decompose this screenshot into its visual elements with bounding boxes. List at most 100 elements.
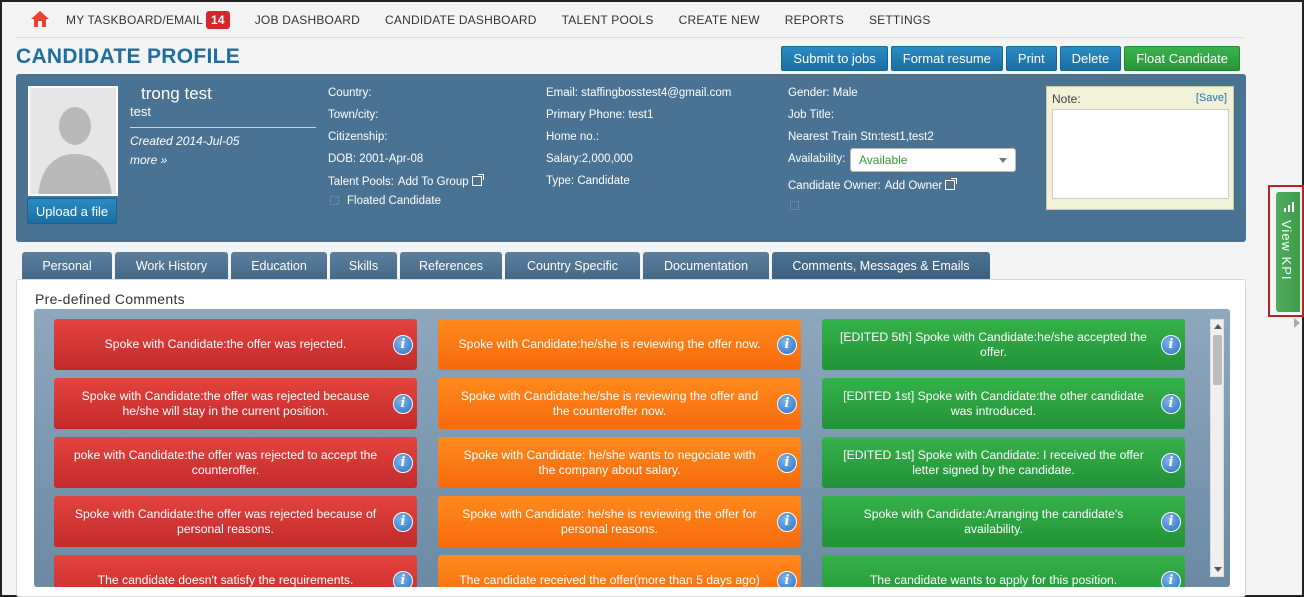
divider <box>130 127 316 128</box>
info-icon[interactable]: i <box>1161 334 1181 355</box>
home-icon[interactable] <box>30 10 52 30</box>
info-icon[interactable]: i <box>393 393 413 414</box>
town-field: Town/city: <box>328 109 379 121</box>
info-icon[interactable]: i <box>1161 511 1181 532</box>
info-icon[interactable]: i <box>1161 570 1181 587</box>
talent-pools-field: Talent Pools: Add To Group <box>328 174 484 188</box>
comment-text: Spoke with Candidate: he/she wants to ne… <box>463 447 756 477</box>
view-kpi-tab[interactable]: View KPI <box>1276 192 1300 312</box>
avatar <box>28 86 118 196</box>
comments-scrollbar[interactable] <box>1210 319 1224 577</box>
comment-card[interactable]: Spoke with Candidate: he/she wants to ne… <box>438 437 801 488</box>
comment-card[interactable]: Spoke with Candidate:the offer was rejec… <box>54 378 417 429</box>
delete-button[interactable]: Delete <box>1059 46 1122 71</box>
bar-chart-icon <box>1284 202 1294 212</box>
top-nav: MY TASKBOARD/EMAIL 14 JOB DASHBOARD CANDI… <box>16 2 1244 38</box>
home-phone-field: Home no.: <box>546 131 600 143</box>
comment-card[interactable]: Spoke with Candidate:he/she is reviewing… <box>438 319 801 370</box>
comment-card[interactable]: poke with Candidate:the offer was reject… <box>54 437 417 488</box>
email-field: Email: staffingbosstest4@gmail.com <box>546 87 732 99</box>
more-link[interactable]: more » <box>130 153 167 167</box>
nav-job-dashboard[interactable]: JOB DASHBOARD <box>255 13 360 27</box>
candidate-name: trong test <box>141 84 212 103</box>
nav-create-new[interactable]: CREATE NEW <box>679 13 760 27</box>
accepted-column: [EDITED 5th] Spoke with Candidate:he/she… <box>822 319 1185 587</box>
info-icon[interactable]: i <box>1161 452 1181 473</box>
info-icon[interactable]: i <box>777 511 797 532</box>
tab-content: Pre-defined Comments Spoke with Candidat… <box>16 279 1246 597</box>
tab-personal[interactable]: Personal <box>22 252 112 279</box>
scroll-up-icon[interactable] <box>1214 324 1222 329</box>
comment-card[interactable]: The candidate wants to apply for this po… <box>822 555 1185 587</box>
format-resume-button[interactable]: Format resume <box>890 46 1003 71</box>
train-station-field: Nearest Train Stn:test1,test2 <box>788 131 934 143</box>
candidate-owner-field: Candidate Owner: Add Owner <box>788 178 958 192</box>
submit-to-jobs-button[interactable]: Submit to jobs <box>781 46 888 71</box>
nav-candidate-dashboard[interactable]: CANDIDATE DASHBOARD <box>385 13 537 27</box>
floated-candidate-checkbox[interactable] <box>330 196 339 206</box>
info-icon[interactable]: i <box>777 334 797 355</box>
comment-text: [EDITED 1st] Spoke with Candidate: I rec… <box>843 447 1144 477</box>
comment-card[interactable]: [EDITED 1st] Spoke with Candidate: I rec… <box>822 437 1185 488</box>
tab-references[interactable]: References <box>400 252 502 279</box>
comment-text: The candidate doesn't satisfy the requir… <box>97 573 354 587</box>
add-to-group-link[interactable]: Add To Group <box>398 176 469 188</box>
comment-card[interactable]: The candidate doesn't satisfy the requir… <box>54 555 417 587</box>
comment-card[interactable]: [EDITED 5th] Spoke with Candidate:he/she… <box>822 319 1185 370</box>
comment-text: Spoke with Candidate:the offer was rejec… <box>81 388 370 418</box>
nav-settings[interactable]: SETTINGS <box>869 13 931 27</box>
comment-card[interactable]: [EDITED 1st] Spoke with Candidate:the ot… <box>822 378 1185 429</box>
availability-select[interactable]: Available <box>850 148 1016 172</box>
reviewing-column: Spoke with Candidate:he/she is reviewing… <box>438 319 801 587</box>
info-icon[interactable]: i <box>393 570 413 587</box>
tab-comments-messages-emails[interactable]: Comments, Messages & Emails <box>772 252 990 286</box>
nav-talent-pools[interactable]: TALENT POOLS <box>562 13 654 27</box>
comment-card[interactable]: The candidate received the offer(more th… <box>438 555 801 587</box>
salary-field: Salary:2,000,000 <box>546 153 633 165</box>
info-icon[interactable]: i <box>393 334 413 355</box>
comment-card[interactable]: Spoke with Candidate: he/she is reviewin… <box>438 496 801 547</box>
comment-text: Spoke with Candidate:he/she is reviewing… <box>458 337 761 351</box>
comment-text: Spoke with Candidate: he/she is reviewin… <box>462 506 757 536</box>
tab-country-specific[interactable]: Country Specific <box>505 252 640 279</box>
scroll-down-icon[interactable] <box>1214 567 1222 572</box>
view-kpi-label: View KPI <box>1279 220 1294 281</box>
info-icon[interactable]: i <box>393 452 413 473</box>
info-icon[interactable]: i <box>777 393 797 414</box>
gender-field: Gender: Male <box>788 87 858 99</box>
tab-education[interactable]: Education <box>231 252 327 279</box>
note-label: Note: <box>1052 92 1081 106</box>
note-textarea[interactable] <box>1052 109 1229 199</box>
nav-reports[interactable]: REPORTS <box>785 13 844 27</box>
upload-file-button[interactable]: Upload a file <box>27 198 117 224</box>
profile-tabs: Personal Work History Education Skills R… <box>22 252 990 286</box>
comment-card[interactable]: Spoke with Candidate:Arranging the candi… <box>822 496 1185 547</box>
add-owner-link[interactable]: Add Owner <box>885 180 943 192</box>
tab-documentation[interactable]: Documentation <box>643 252 769 279</box>
note-save-link[interactable]: [Save] <box>1196 92 1227 104</box>
floated-candidate-label: Floated Candidate <box>347 195 441 207</box>
type-field: Type: Candidate <box>546 175 630 187</box>
float-candidate-button[interactable]: Float Candidate <box>1124 46 1240 71</box>
scroll-thumb[interactable] <box>1213 335 1222 385</box>
profile-panel: Upload a file trong test test Created 20… <box>16 74 1246 242</box>
tab-work-history[interactable]: Work History <box>115 252 228 279</box>
comment-card[interactable]: Spoke with Candidate:he/she is reviewing… <box>438 378 801 429</box>
kpi-highlight-frame: View KPI <box>1268 185 1304 317</box>
avatar-placeholder-icon <box>30 88 116 194</box>
external-link-icon[interactable] <box>945 178 958 190</box>
comment-card[interactable]: Spoke with Candidate:the offer was rejec… <box>54 496 417 547</box>
info-icon[interactable]: i <box>393 511 413 532</box>
tab-skills[interactable]: Skills <box>330 252 397 279</box>
info-icon[interactable]: i <box>777 452 797 473</box>
nav-taskboard[interactable]: MY TASKBOARD/EMAIL 14 <box>66 10 230 29</box>
info-icon[interactable]: i <box>777 570 797 587</box>
comment-text: Spoke with Candidate:the offer was rejec… <box>74 506 377 536</box>
info-icon[interactable]: i <box>1161 393 1181 414</box>
phone-field: Primary Phone: test1 <box>546 109 654 121</box>
print-button[interactable]: Print <box>1005 46 1057 71</box>
external-link-icon[interactable] <box>471 174 484 186</box>
comment-card[interactable]: Spoke with Candidate:the offer was rejec… <box>54 319 417 370</box>
owner-checkbox[interactable] <box>790 201 799 211</box>
owner-checkbox-row <box>790 200 807 212</box>
